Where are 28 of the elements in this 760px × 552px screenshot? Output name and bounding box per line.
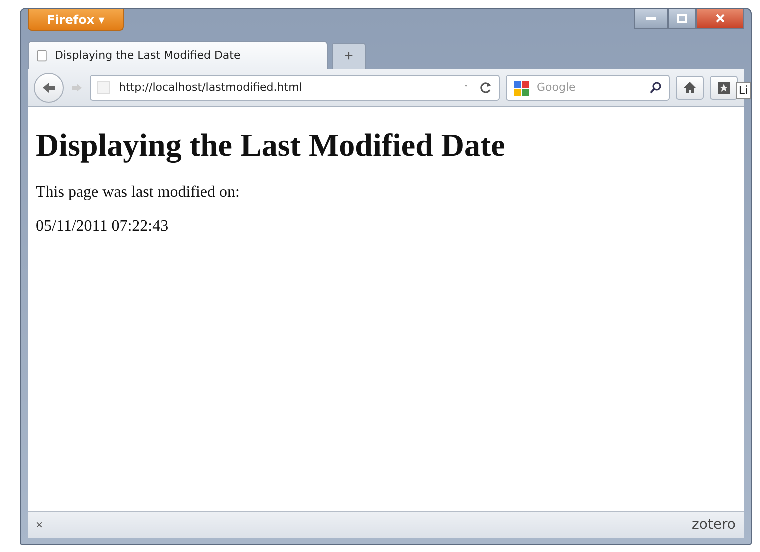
minimize-icon [646, 16, 656, 20]
new-tab-button[interactable]: + [332, 43, 366, 69]
search-icon [649, 80, 663, 94]
page-text: 05/11/2011 07:22:43 [36, 218, 170, 236]
page-icon [97, 80, 111, 94]
page-text: This page was last modified on: [36, 184, 241, 202]
maximize-button[interactable] [668, 9, 696, 29]
home-icon [683, 81, 697, 94]
back-button[interactable] [34, 72, 64, 102]
close-button[interactable]: × [36, 518, 44, 532]
search-field[interactable]: Google [535, 80, 643, 95]
home-button[interactable] [676, 76, 704, 100]
close-icon [716, 14, 724, 23]
close-button[interactable] [696, 9, 744, 29]
page-icon [37, 48, 49, 62]
page-heading: Displaying the Last Modified Date [36, 127, 506, 164]
reload-icon [479, 80, 493, 94]
zotero-logo[interactable]: zotero [692, 517, 736, 533]
maximize-icon [677, 14, 687, 23]
star-icon [717, 80, 731, 94]
browser-tab[interactable]: Displaying the Last Modified Date [28, 41, 328, 69]
bookmarks-button[interactable] [710, 76, 738, 100]
back-icon [41, 80, 57, 94]
tooltip: Li [736, 82, 751, 99]
search-engine-icon [513, 80, 529, 96]
minimize-button[interactable] [634, 9, 668, 29]
search-bar[interactable]: Google [506, 74, 670, 100]
address-bar[interactable]: http://localhost/lastmodified.html [90, 74, 500, 100]
